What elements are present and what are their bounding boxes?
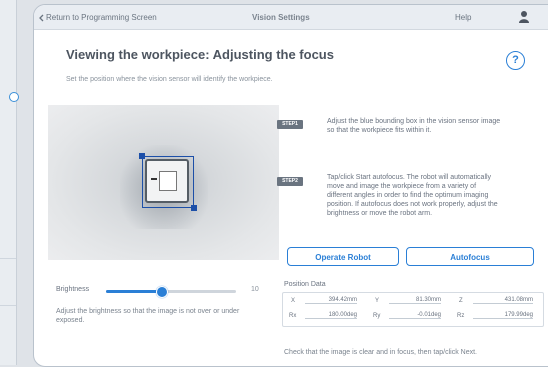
autofocus-button[interactable]: Autofocus [406,247,534,266]
step2-tag: STEP2 [277,177,303,186]
operate-robot-button[interactable]: Operate Robot [287,247,399,266]
position-value: -0.01deg [389,312,441,319]
position-value: 180.00deg [305,312,357,319]
position-axis-label: Z [459,298,463,304]
step1-tag: STEP1 [277,120,303,129]
brightness-value: 10 [251,286,259,293]
step2-text: Tap/click Start autofocus. The robot wil… [327,174,498,217]
position-value: 394.42mm [305,297,357,304]
help-link[interactable]: Help [455,13,471,22]
help-circle-icon[interactable]: ? [506,51,525,70]
brightness-label: Brightness [56,286,90,293]
step1-text: Adjust the blue bounding box in the visi… [327,118,501,134]
position-value: 179.99deg [473,312,533,319]
return-to-programming-button[interactable]: Return to Programming Screen [38,13,157,22]
page-subtitle: Set the position where the vision sensor… [66,76,273,83]
position-axis-label: Rx [289,313,297,319]
vision-settings-panel: Return to Programming Screen Vision Sett… [33,4,548,367]
position-axis-label: Y [375,298,380,304]
position-axis-label: Ry [373,313,381,319]
position-value: 81.30mm [389,297,441,304]
vision-sensor-image[interactable] [48,105,279,260]
bounding-box-handle-top-left[interactable] [139,153,145,159]
previous-screen-edge [0,0,19,365]
page-title: Viewing the workpiece: Adjusting the foc… [66,47,334,62]
bounding-box-handle-bottom-right[interactable] [191,205,197,211]
brightness-slider-fill [106,290,161,293]
divider [0,258,16,259]
position-data-box: X 394.42mm Y 81.30mm Z 431.08mm Rx 180.0… [282,292,544,327]
return-label: Return to Programming Screen [46,13,157,22]
position-axis-label: Rz [457,313,465,319]
brightness-slider[interactable] [106,286,236,298]
bounding-box[interactable] [142,156,194,208]
position-value: 431.08mm [473,297,533,304]
position-data-title: Position Data [284,281,326,288]
chevron-left-icon [39,14,44,21]
brightness-slider-thumb[interactable] [155,286,168,298]
window-title: Vision Settings [252,13,310,22]
user-icon[interactable] [518,10,530,24]
position-axis-label: X [291,298,296,304]
top-bar: Return to Programming Screen Vision Sett… [34,5,548,30]
brightness-note: Adjust the brightness so that the image … [56,308,240,324]
footer-instruction: Check that the image is clear and in foc… [284,349,477,356]
zoom-handle-icon [9,92,19,102]
divider [0,305,16,306]
